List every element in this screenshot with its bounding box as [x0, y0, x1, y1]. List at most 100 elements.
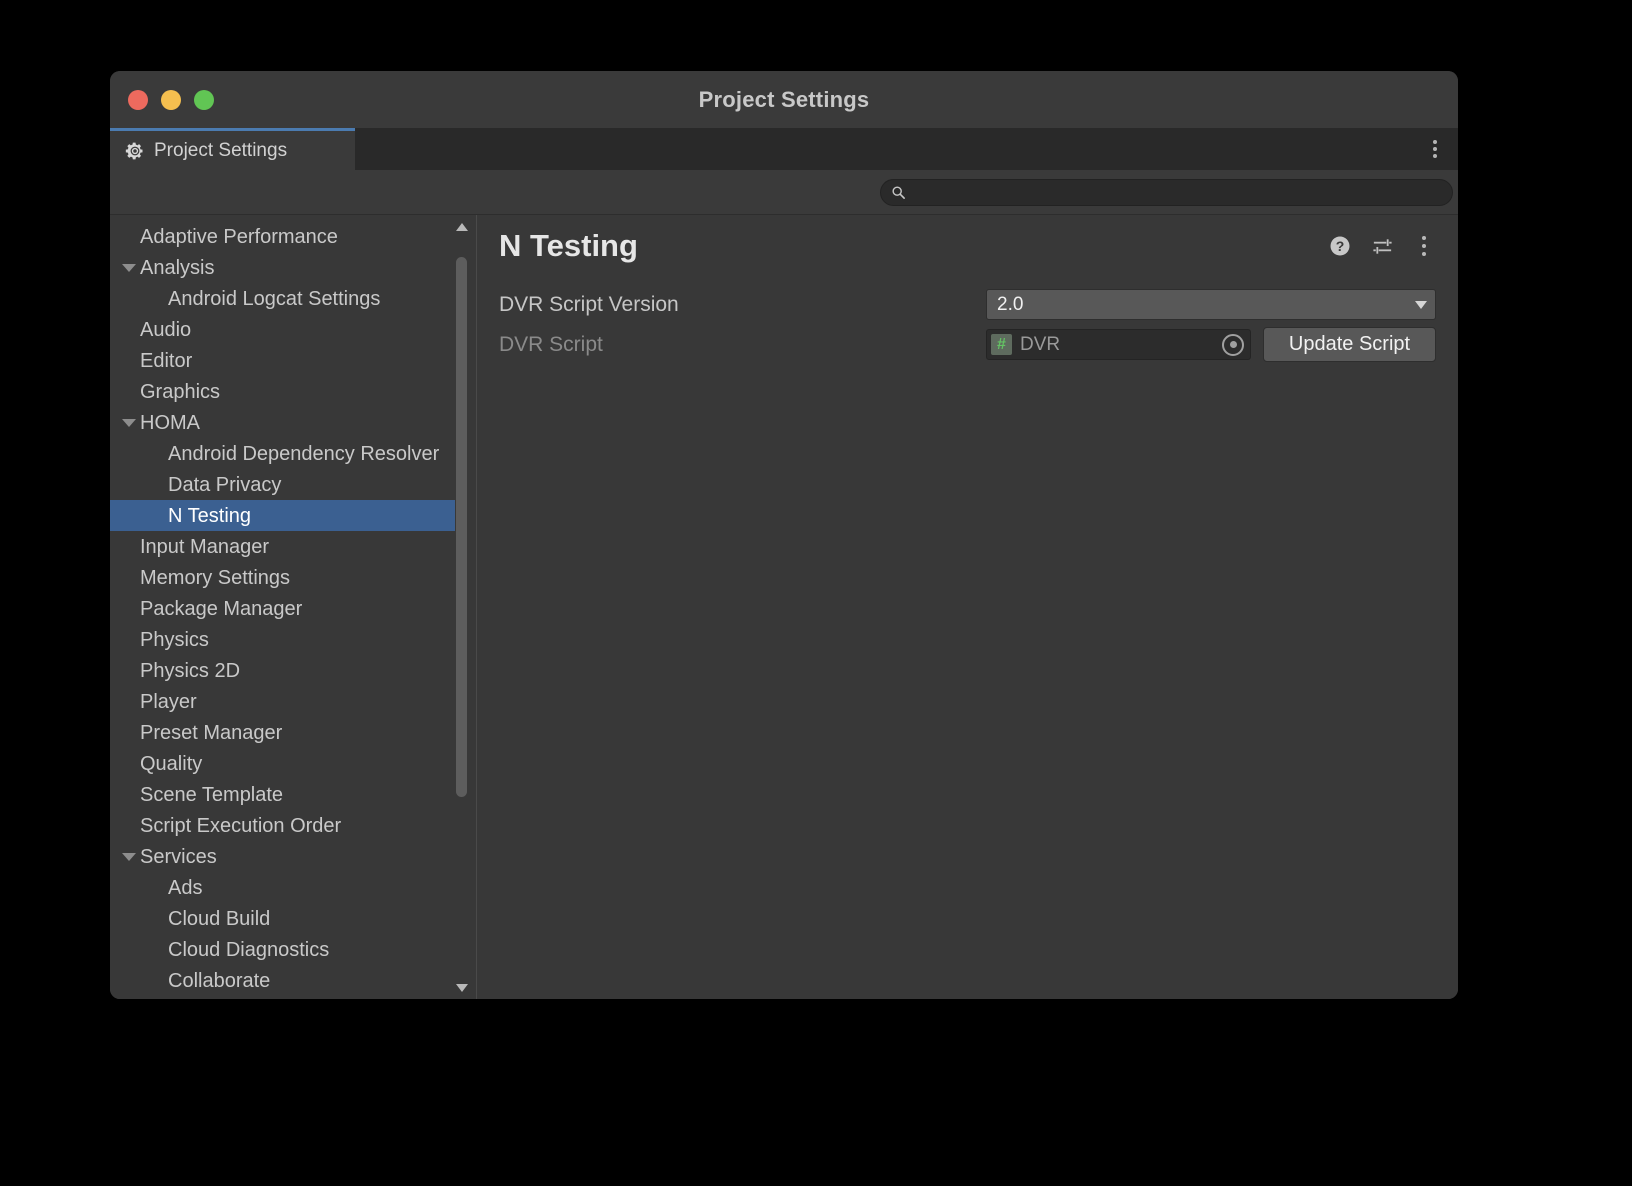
sidebar-item-label: HOMA: [140, 413, 200, 433]
svg-text:?: ?: [1336, 238, 1345, 254]
sidebar-item-label: Scene Template: [140, 785, 283, 805]
sidebar-item-physics-2d[interactable]: Physics 2D: [110, 655, 455, 686]
sidebar-item-label: Package Manager: [140, 599, 302, 619]
sidebar-item-android-dependency-resolver[interactable]: Android Dependency Resolver: [110, 438, 455, 469]
property-row-dvr-script-version: DVR Script Version 2.0: [499, 285, 1436, 324]
sidebar-item-label: Ads: [168, 878, 202, 898]
sidebar-item-memory-settings[interactable]: Memory Settings: [110, 562, 455, 593]
object-picker-dot: [1230, 341, 1237, 348]
dropdown-value: 2.0: [997, 294, 1415, 316]
expand-arrow-icon[interactable]: [118, 853, 140, 861]
kebab-dot: [1422, 236, 1426, 240]
content-header: N Testing ?: [477, 215, 1458, 277]
scroll-up-arrow[interactable]: [454, 219, 469, 234]
sidebar-item-label: Android Logcat Settings: [168, 289, 380, 309]
scroll-down-arrow[interactable]: [454, 980, 469, 995]
help-icon[interactable]: ?: [1328, 234, 1352, 258]
kebab-dot: [1433, 147, 1437, 151]
sidebar-item-audio[interactable]: Audio: [110, 314, 455, 345]
sidebar-item-label: Data Privacy: [168, 475, 281, 495]
sidebar-item-ads[interactable]: Ads: [110, 872, 455, 903]
sidebar-item-label: Input Manager: [140, 537, 269, 557]
sidebar-item-input-manager[interactable]: Input Manager: [110, 531, 455, 562]
sidebar-item-label: Android Dependency Resolver: [168, 444, 439, 464]
sidebar-item-package-manager[interactable]: Package Manager: [110, 593, 455, 624]
sidebar-item-cloud-diagnostics[interactable]: Cloud Diagnostics: [110, 934, 455, 965]
window-title: Project Settings: [110, 87, 1458, 113]
sidebar-scrollbar[interactable]: [454, 215, 469, 999]
tab-overflow-menu-icon[interactable]: [1429, 136, 1441, 162]
sidebar-item-homa[interactable]: HOMA: [110, 407, 455, 438]
sidebar-item-in-app-purchasing[interactable]: In-App Purchasing: [110, 996, 455, 999]
page-title: N Testing: [499, 228, 1328, 264]
kebab-dot: [1433, 154, 1437, 158]
property-label: DVR Script Version: [499, 293, 986, 317]
sidebar-item-n-testing[interactable]: N Testing: [110, 500, 455, 531]
traffic-light-controls: [128, 90, 214, 110]
sidebar-item-data-privacy[interactable]: Data Privacy: [110, 469, 455, 500]
sidebar-item-label: N Testing: [168, 506, 251, 526]
screen: Project Settings Project Settings: [0, 0, 1632, 1186]
sidebar-item-label: Graphics: [140, 382, 220, 402]
maximize-window-button[interactable]: [194, 90, 214, 110]
dvr-script-version-dropdown[interactable]: 2.0: [986, 289, 1436, 320]
update-script-button[interactable]: Update Script: [1263, 327, 1436, 362]
tab-project-settings[interactable]: Project Settings: [110, 128, 355, 170]
settings-content-panel: N Testing ?: [477, 215, 1458, 999]
sidebar-item-android-logcat-settings[interactable]: Android Logcat Settings: [110, 283, 455, 314]
sidebar-item-label: Audio: [140, 320, 191, 340]
window-title-bar: Project Settings: [110, 71, 1458, 128]
sidebar-item-script-execution-order[interactable]: Script Execution Order: [110, 810, 455, 841]
sidebar-item-graphics[interactable]: Graphics: [110, 376, 455, 407]
minimize-window-button[interactable]: [161, 90, 181, 110]
settings-category-sidebar: Adaptive Performance Analysis Android Logc…: [110, 215, 477, 999]
expand-arrow-icon[interactable]: [118, 264, 140, 272]
property-field: # DVR Update Script: [986, 327, 1436, 362]
gear-icon: [125, 141, 145, 161]
sidebar-item-label: Services: [140, 847, 217, 867]
chevron-down-icon: [1415, 301, 1427, 309]
tab-bar: Project Settings: [110, 128, 1458, 170]
sidebar-item-label: Editor: [140, 351, 192, 371]
sidebar-item-label: Physics: [140, 630, 209, 650]
sidebar-item-physics[interactable]: Physics: [110, 624, 455, 655]
preset-settings-icon[interactable]: [1370, 234, 1394, 258]
sidebar-item-scene-template[interactable]: Scene Template: [110, 779, 455, 810]
sidebar-item-label: Cloud Build: [168, 909, 270, 929]
sidebar-item-cloud-build[interactable]: Cloud Build: [110, 903, 455, 934]
sidebar-item-label: Player: [140, 692, 197, 712]
sidebar-item-label: Script Execution Order: [140, 816, 341, 836]
sidebar-item-label: Memory Settings: [140, 568, 290, 588]
search-bar-row: [110, 170, 1458, 214]
csharp-script-glyph: #: [997, 337, 1006, 353]
object-picker-icon[interactable]: [1222, 334, 1244, 356]
tab-label: Project Settings: [154, 140, 287, 162]
sidebar-item-player[interactable]: Player: [110, 686, 455, 717]
content-kebab-menu-icon[interactable]: [1412, 234, 1436, 258]
sidebar-item-label: Physics 2D: [140, 661, 240, 681]
kebab-dot: [1433, 140, 1437, 144]
sidebar-item-label: Preset Manager: [140, 723, 282, 743]
window-body: Adaptive Performance Analysis Android Logc…: [110, 214, 1458, 999]
sidebar-item-label: Collaborate: [168, 971, 270, 991]
sidebar-item-label: Analysis: [140, 258, 214, 278]
settings-tree: Adaptive Performance Analysis Android Logc…: [110, 215, 455, 999]
sidebar-item-collaborate[interactable]: Collaborate: [110, 965, 455, 996]
sidebar-item-editor[interactable]: Editor: [110, 345, 455, 376]
close-window-button[interactable]: [128, 90, 148, 110]
search-box[interactable]: [880, 179, 1453, 206]
object-field-value: DVR: [1020, 334, 1222, 356]
sidebar-item-adaptive-performance[interactable]: Adaptive Performance: [110, 221, 455, 252]
dvr-script-object-field[interactable]: # DVR: [986, 329, 1251, 360]
content-header-icons: ?: [1328, 234, 1436, 258]
sidebar-item-label: Adaptive Performance: [140, 227, 338, 247]
sidebar-item-services[interactable]: Services: [110, 841, 455, 872]
sidebar-scrollbar-thumb[interactable]: [456, 257, 467, 797]
search-input[interactable]: [906, 183, 1442, 202]
expand-arrow-icon[interactable]: [118, 419, 140, 427]
sidebar-item-analysis[interactable]: Analysis: [110, 252, 455, 283]
kebab-dot: [1422, 244, 1426, 248]
sidebar-item-quality[interactable]: Quality: [110, 748, 455, 779]
sidebar-item-label: Cloud Diagnostics: [168, 940, 329, 960]
sidebar-item-preset-manager[interactable]: Preset Manager: [110, 717, 455, 748]
